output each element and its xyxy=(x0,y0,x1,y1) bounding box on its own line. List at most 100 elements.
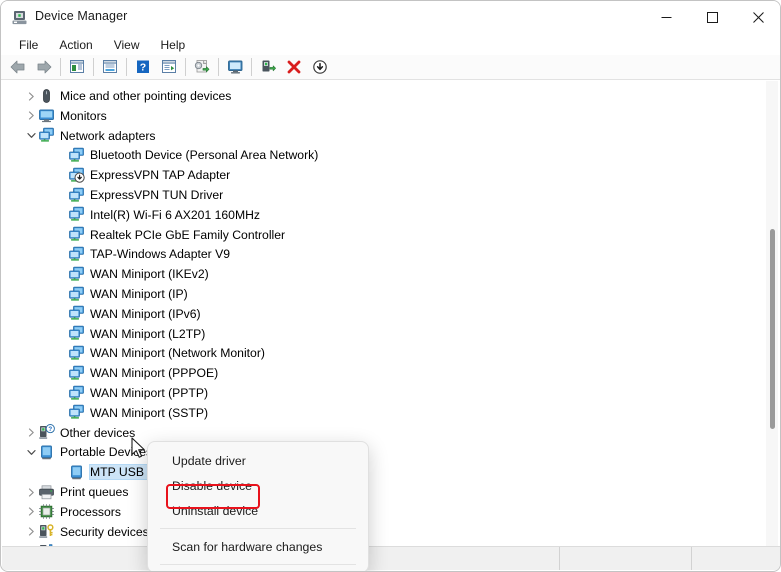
monitor-icon xyxy=(38,107,55,124)
chevron-right-icon[interactable] xyxy=(24,423,38,443)
network-adapter-disabled-icon xyxy=(68,167,85,184)
network-adapter-icon xyxy=(68,345,85,362)
processor-icon xyxy=(38,503,55,520)
back-icon[interactable] xyxy=(6,56,30,79)
chevron-right-icon[interactable] xyxy=(24,106,38,126)
vertical-scrollbar[interactable] xyxy=(762,81,779,547)
tree-item[interactable]: Mice and other pointing devices xyxy=(2,86,235,106)
mouse-cursor xyxy=(131,437,148,461)
status-segment-3 xyxy=(692,547,781,570)
toolbar: ? xyxy=(1,55,781,80)
maximize-button[interactable] xyxy=(689,1,735,34)
tree-item[interactable]: WAN Miniport (PPTP) xyxy=(2,383,212,403)
tree-item[interactable]: WAN Miniport (SSTP) xyxy=(2,403,212,423)
tree-item[interactable]: ExpressVPN TUN Driver xyxy=(2,185,227,205)
tree-item-label: WAN Miniport (L2TP) xyxy=(90,327,209,341)
network-adapter-icon xyxy=(68,226,85,243)
tree-item-label: Network adapters xyxy=(60,129,160,143)
toolbar-separator xyxy=(251,58,252,76)
tree-item[interactable]: TAP-Windows Adapter V9 xyxy=(2,244,234,264)
tree-item-label: WAN Miniport (Network Monitor) xyxy=(90,346,269,360)
menu-file[interactable]: File xyxy=(9,36,48,54)
tree-item[interactable]: WAN Miniport (L2TP) xyxy=(2,324,209,344)
tree-item[interactable]: Bluetooth Device (Personal Area Network) xyxy=(2,145,322,165)
context-menu-item-uninstall-device[interactable]: Uninstall device xyxy=(148,498,368,523)
chevron-right-icon[interactable] xyxy=(24,482,38,502)
tree-item[interactable]: WAN Miniport (Network Monitor) xyxy=(2,343,269,363)
tree-item-label: Realtek PCIe GbE Family Controller xyxy=(90,228,289,242)
tree-item[interactable]: WAN Miniport (IPv6) xyxy=(2,304,205,324)
tree-item[interactable]: WAN Miniport (IKEv2) xyxy=(2,264,213,284)
tree-item[interactable]: WAN Miniport (IP) xyxy=(2,284,192,304)
network-adapter-icon xyxy=(68,246,85,263)
network-adapter-icon xyxy=(68,147,85,164)
tree-item-label: WAN Miniport (SSTP) xyxy=(90,406,212,420)
tree-item[interactable]: Network adapters xyxy=(2,126,160,146)
network-adapter-icon xyxy=(38,127,55,144)
tree-item[interactable]: Realtek PCIe GbE Family Controller xyxy=(2,225,289,245)
toolbar-separator xyxy=(60,58,61,76)
minimize-button[interactable] xyxy=(643,1,689,34)
forward-icon[interactable] xyxy=(32,56,56,79)
show-hide-console-tree-icon[interactable] xyxy=(65,56,89,79)
scan-hardware-changes-icon[interactable] xyxy=(190,56,214,79)
title-bar: Device Manager xyxy=(1,1,781,34)
enable-device-icon[interactable] xyxy=(256,56,280,79)
help-icon[interactable]: ? xyxy=(131,56,155,79)
tree-item-label: Mice and other pointing devices xyxy=(60,89,235,103)
tree-item-label: Monitors xyxy=(60,109,111,123)
menu-separator xyxy=(160,528,356,529)
context-menu-item-scan-for-hardware-changes[interactable]: Scan for hardware changes xyxy=(148,534,368,559)
context-menu-item-update-driver[interactable]: Update driver xyxy=(148,448,368,473)
tree-item-label: WAN Miniport (IKEv2) xyxy=(90,267,213,281)
tree-item-label: Security devices xyxy=(60,525,153,539)
tree-item[interactable]: ?Other devices xyxy=(2,423,139,443)
printer-icon xyxy=(38,484,55,501)
unknown-device-icon: ? xyxy=(38,424,55,441)
view-devices-icon[interactable] xyxy=(223,56,247,79)
close-button[interactable] xyxy=(735,1,781,34)
tree-item[interactable]: ExpressVPN TAP Adapter xyxy=(2,165,234,185)
disable-device-icon[interactable] xyxy=(308,56,332,79)
network-adapter-icon xyxy=(68,305,85,322)
status-segment-2 xyxy=(560,547,692,570)
tree-item[interactable]: Print queues xyxy=(2,482,132,502)
chevron-down-icon[interactable] xyxy=(24,126,38,146)
context-menu-item-disable-device[interactable]: Disable device xyxy=(148,473,368,498)
tree-item[interactable]: WAN Miniport (PPPOE) xyxy=(2,363,222,383)
network-adapter-icon xyxy=(68,206,85,223)
chevron-right-icon[interactable] xyxy=(24,522,38,542)
tree-item[interactable]: Security devices xyxy=(2,522,153,542)
tree-item-label: Intel(R) Wi-Fi 6 AX201 160MHz xyxy=(90,208,264,222)
chevron-down-icon[interactable] xyxy=(24,442,38,462)
network-adapter-icon xyxy=(68,385,85,402)
status-bar xyxy=(2,546,781,570)
update-driver-icon[interactable] xyxy=(157,56,181,79)
uninstall-device-icon[interactable] xyxy=(282,56,306,79)
menu-action[interactable]: Action xyxy=(49,36,102,54)
portable-device-icon xyxy=(38,444,55,461)
svg-text:?: ? xyxy=(48,426,52,433)
chevron-right-icon[interactable] xyxy=(24,86,38,106)
tree-item-label: Processors xyxy=(60,505,125,519)
tree-item[interactable]: Processors xyxy=(2,502,125,522)
portable-device-icon xyxy=(68,464,85,481)
device-tree[interactable]: Mice and other pointing devices Monitors N… xyxy=(2,80,781,547)
tree-item[interactable]: Monitors xyxy=(2,106,111,126)
menu-view[interactable]: View xyxy=(104,36,150,54)
tree-item[interactable]: Intel(R) Wi-Fi 6 AX201 160MHz xyxy=(2,205,264,225)
toolbar-separator xyxy=(185,58,186,76)
network-adapter-icon xyxy=(68,286,85,303)
scrollbar-thumb[interactable] xyxy=(770,229,775,429)
menu-help[interactable]: Help xyxy=(151,36,196,54)
context-menu[interactable]: Update driverDisable deviceUninstall dev… xyxy=(147,441,369,572)
security-device-icon xyxy=(38,523,55,540)
menu-bar: File Action View Help xyxy=(1,34,781,55)
properties-icon[interactable] xyxy=(98,56,122,79)
tree-item-label: WAN Miniport (IPv6) xyxy=(90,307,205,321)
chevron-right-icon[interactable] xyxy=(24,502,38,522)
tree-item-label: WAN Miniport (PPTP) xyxy=(90,386,212,400)
toolbar-separator xyxy=(218,58,219,76)
tree-item-label: WAN Miniport (PPPOE) xyxy=(90,366,222,380)
tree-item-label: Bluetooth Device (Personal Area Network) xyxy=(90,148,322,162)
